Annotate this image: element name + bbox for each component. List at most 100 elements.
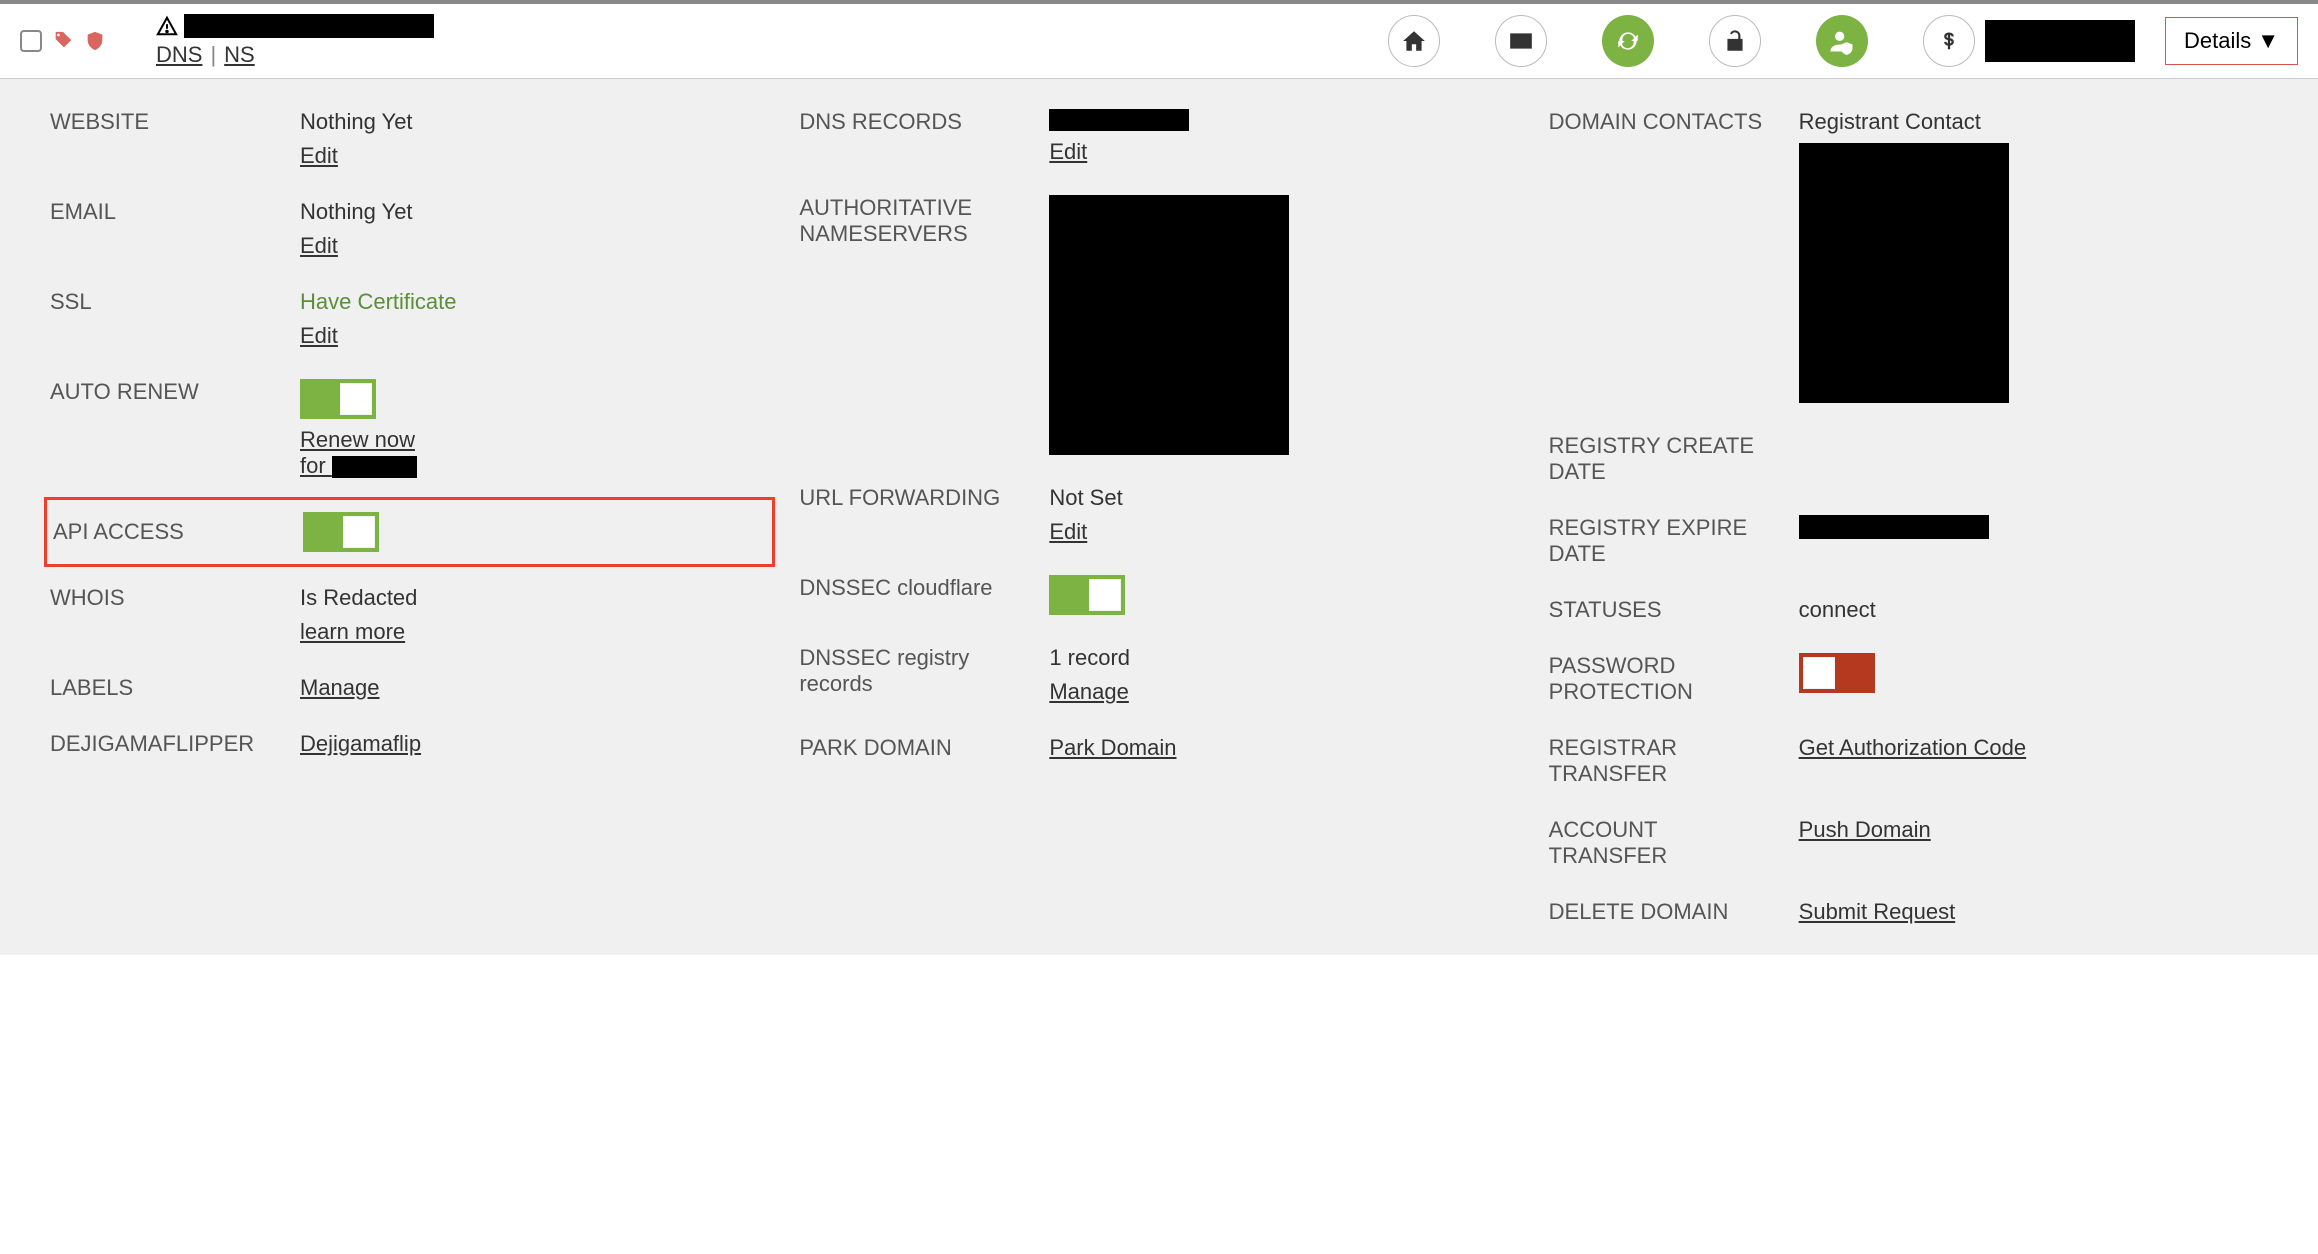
dnsrecords-label: DNS RECORDS [799, 109, 1029, 135]
apiaccess-label: API ACCESS [53, 519, 283, 545]
row-email: EMAIL Nothing Yet Edit [50, 199, 769, 259]
row-website: WEBSITE Nothing Yet Edit [50, 109, 769, 169]
email-label: EMAIL [50, 199, 280, 225]
row-contacts: DOMAIN CONTACTS Registrant Contact [1549, 109, 2268, 403]
contacts-value: Registrant Contact [1799, 109, 1981, 135]
dns-link[interactable]: DNS [156, 42, 202, 68]
account-xfer-link[interactable]: Push Domain [1799, 817, 1931, 843]
details-button[interactable]: Details ▼ [2165, 17, 2298, 65]
dnssec-reg-label: DNSSEC registry records [799, 645, 1029, 697]
statuses-label: STATUSES [1549, 597, 1779, 623]
row-autorenew: AUTO RENEW Renew now for [50, 379, 769, 479]
contacts-label: DOMAIN CONTACTS [1549, 109, 1779, 135]
row-park: PARK DOMAIN Park Domain [799, 735, 1518, 761]
expire-date-redacted [1799, 515, 1989, 539]
row-account-xfer: ACCOUNT TRANSFER Push Domain [1549, 817, 2268, 869]
divider: | [210, 42, 216, 68]
ns-link[interactable]: NS [224, 42, 255, 68]
unlock-icon [1722, 28, 1748, 54]
apiaccess-toggle[interactable] [303, 512, 379, 552]
domain-header-row: DNS | NS Details ▼ [0, 0, 2318, 79]
api-access-highlight: API ACCESS [44, 497, 775, 567]
autorenew-toggle[interactable] [300, 379, 376, 419]
park-label: PARK DOMAIN [799, 735, 1029, 761]
chevron-down-icon: ▼ [2257, 28, 2279, 54]
contact-redacted [1799, 143, 2009, 403]
urlfwd-edit-link[interactable]: Edit [1049, 519, 1087, 545]
whois-learn-link[interactable]: learn more [300, 619, 405, 645]
shield-icon [84, 30, 106, 52]
ssl-label: SSL [50, 289, 280, 315]
create-date-label: REGISTRY CREATE DATE [1549, 433, 1779, 485]
dnssec-cf-toggle[interactable] [1049, 575, 1125, 615]
dejig-link[interactable]: Dejigamaflip [300, 731, 421, 757]
user-shield-icon [1828, 27, 1856, 55]
column-1: WEBSITE Nothing Yet Edit EMAIL Nothing Y… [50, 109, 769, 925]
renew-now-link[interactable]: Renew now for [300, 427, 417, 479]
price-button[interactable] [1923, 15, 1975, 67]
dollar-icon [1938, 30, 1960, 52]
renew-price-redacted [332, 456, 417, 478]
row-registrar-xfer: REGISTRAR TRANSFER Get Authorization Cod… [1549, 735, 2268, 787]
lock-button[interactable] [1709, 15, 1761, 67]
row-create-date: REGISTRY CREATE DATE [1549, 433, 2268, 485]
email-value: Nothing Yet [300, 199, 413, 225]
row-dnssec-reg: DNSSEC registry records 1 record Manage [799, 645, 1518, 705]
tag-icon [52, 30, 74, 52]
price-redacted [1985, 20, 2135, 62]
urlfwd-value: Not Set [1049, 485, 1122, 511]
row-delete: DELETE DOMAIN Submit Request [1549, 899, 2268, 925]
park-link[interactable]: Park Domain [1049, 735, 1176, 761]
ssl-value: Have Certificate [300, 289, 457, 315]
dejig-label: DEJIGAMAFLIPPER [50, 731, 280, 757]
column-3: DOMAIN CONTACTS Registrant Contact REGIS… [1549, 109, 2268, 925]
domain-name-redacted [184, 14, 434, 38]
dnsrecords-edit-link[interactable]: Edit [1049, 139, 1087, 165]
dnssec-cf-label: DNSSEC cloudflare [799, 575, 1029, 601]
column-2: DNS RECORDS Edit AUTHORITATIVE NAMESERVE… [799, 109, 1518, 925]
refresh-icon [1615, 28, 1641, 54]
pwd-label: PASSWORD PROTECTION [1549, 653, 1779, 705]
registrar-xfer-link[interactable]: Get Authorization Code [1799, 735, 2026, 761]
labels-label: LABELS [50, 675, 280, 701]
row-pwd: PASSWORD PROTECTION [1549, 653, 2268, 705]
select-checkbox[interactable] [20, 30, 42, 52]
renew-for-text: for [300, 453, 332, 478]
autorenew-label: AUTO RENEW [50, 379, 280, 405]
dnssec-reg-manage-link[interactable]: Manage [1049, 679, 1129, 705]
row-dejig: DEJIGAMAFLIPPER Dejigamaflip [50, 731, 769, 757]
row-labels: LABELS Manage [50, 675, 769, 701]
row-dnssec-cf: DNSSEC cloudflare [799, 575, 1518, 615]
price-block [1923, 15, 2135, 67]
email-button[interactable] [1495, 15, 1547, 67]
row-ssl: SSL Have Certificate Edit [50, 289, 769, 349]
dnsrecords-redacted [1049, 109, 1189, 131]
email-edit-link[interactable]: Edit [300, 233, 338, 259]
registrar-xfer-label: REGISTRAR TRANSFER [1549, 735, 1779, 787]
dnssec-reg-value: 1 record [1049, 645, 1130, 671]
urlfwd-label: URL FORWARDING [799, 485, 1029, 511]
account-xfer-label: ACCOUNT TRANSFER [1549, 817, 1779, 869]
ssl-edit-link[interactable]: Edit [300, 323, 338, 349]
whois-label: WHOIS [50, 585, 280, 611]
pwd-toggle[interactable] [1799, 653, 1875, 693]
refresh-button[interactable] [1602, 15, 1654, 67]
whois-value: Is Redacted [300, 585, 417, 611]
envelope-icon [1508, 28, 1534, 54]
row-authns: AUTHORITATIVE NAMESERVERS [799, 195, 1518, 455]
home-button[interactable] [1388, 15, 1440, 67]
warning-icon [156, 15, 178, 37]
website-value: Nothing Yet [300, 109, 413, 135]
user-shield-button[interactable] [1816, 15, 1868, 67]
website-label: WEBSITE [50, 109, 280, 135]
labels-manage-link[interactable]: Manage [300, 675, 380, 701]
delete-label: DELETE DOMAIN [1549, 899, 1779, 925]
expire-date-label: REGISTRY EXPIRE DATE [1549, 515, 1779, 567]
home-icon [1401, 28, 1427, 54]
website-edit-link[interactable]: Edit [300, 143, 338, 169]
row-urlfwd: URL FORWARDING Not Set Edit [799, 485, 1518, 545]
delete-link[interactable]: Submit Request [1799, 899, 1956, 925]
details-label: Details [2184, 28, 2251, 54]
renew-now-text: Renew now [300, 427, 415, 452]
domain-info: DNS | NS [156, 14, 434, 68]
